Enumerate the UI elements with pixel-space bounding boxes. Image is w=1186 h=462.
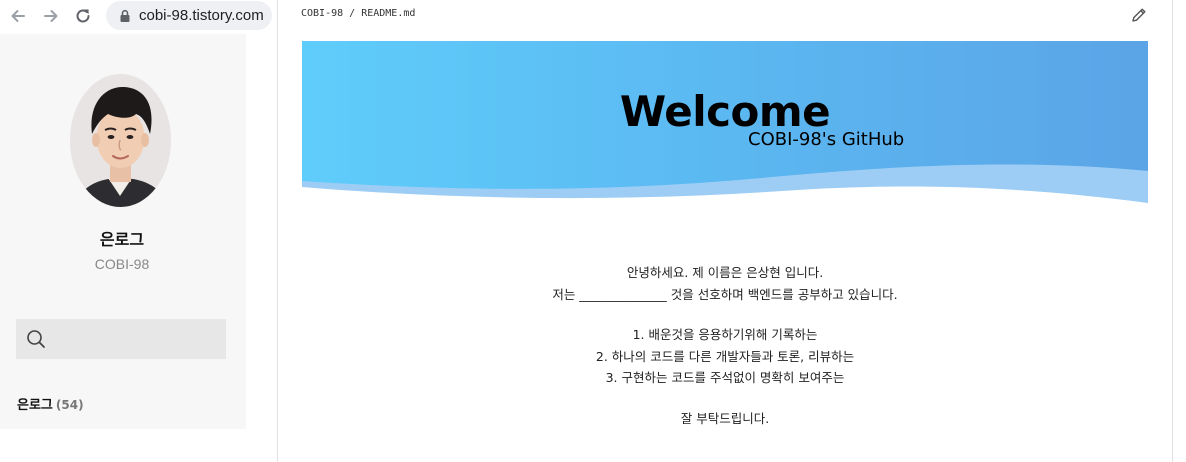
search-input[interactable] [16, 319, 226, 359]
intro-list-item: 2. 하나의 코드를 다른 개발자들과 토론, 리뷰하는 [595, 348, 855, 364]
intro-list-item: 3. 구현하는 코드를 주석없이 명확히 보여주는 [605, 370, 845, 385]
intro-list-item: 1. 배운것을 응용하기위해 기록하는 [632, 327, 818, 342]
intro-text: 안녕하세요. 제 이름은 은상현 입니다. 저는 ______________ … [302, 262, 1148, 429]
category-count: (54) [55, 398, 84, 412]
search-icon [27, 330, 45, 348]
profile-avatar[interactable] [70, 74, 171, 207]
content-divider [277, 0, 278, 462]
readme-path[interactable]: COBI-98 / README.md [301, 8, 415, 19]
forward-arrow-icon [44, 10, 58, 22]
browser-toolbar: cobi-98.tistory.com [0, 0, 275, 33]
pencil-icon[interactable] [1130, 6, 1148, 24]
reload-icon [76, 9, 90, 23]
back-button[interactable] [6, 5, 30, 27]
blog-id: COBI-98 [94, 256, 150, 272]
forward-button[interactable] [39, 5, 63, 27]
banner-subtitle: COBI-98's GitHub [748, 129, 905, 150]
url-text: cobi-98.tistory.com [139, 7, 264, 24]
intro-line: 저는 ______________ 것을 선호하며 백엔드를 공부하고 있습니다… [552, 286, 898, 302]
lock-icon [120, 9, 130, 22]
blog-sidebar: 은로그 COBI-98 은로그 (54) [0, 34, 246, 429]
welcome-banner: Welcome COBI-98's GitHub [302, 41, 1148, 203]
back-arrow-icon [11, 10, 25, 22]
content-divider-right [1172, 0, 1173, 462]
profile-photo [70, 74, 171, 207]
intro-closing: 잘 부탁드립니다. [680, 410, 770, 426]
banner-title: Welcome [619, 87, 831, 136]
category-link[interactable]: 은로그 (54) [17, 394, 84, 413]
blog-name: 은로그 [99, 230, 145, 249]
address-bar[interactable]: cobi-98.tistory.com [106, 1, 272, 30]
intro-line: 안녕하세요. 제 이름은 은상현 입니다. [626, 265, 824, 280]
reload-button[interactable] [71, 5, 95, 27]
category-label: 은로그 [17, 398, 53, 413]
